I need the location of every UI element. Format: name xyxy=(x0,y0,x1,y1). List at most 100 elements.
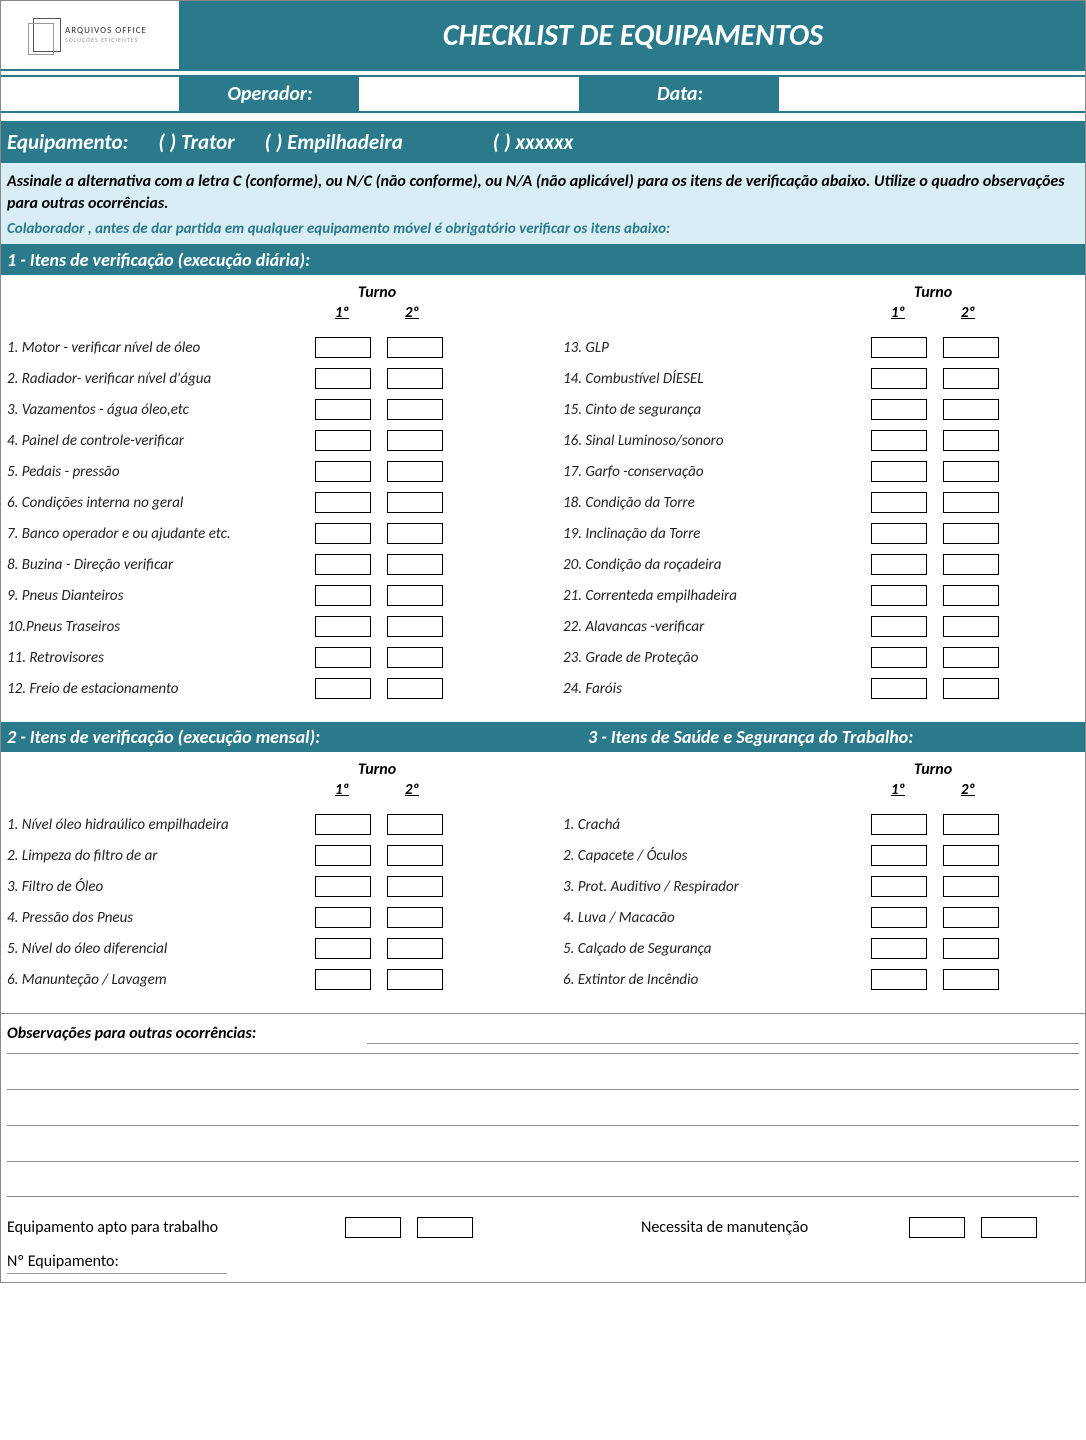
instruction-sub: Colaborador , antes de dar partida em qu… xyxy=(7,220,1079,238)
check-box-t2[interactable] xyxy=(387,814,443,835)
check-box-t2[interactable] xyxy=(943,523,999,544)
section-1-items: Turno 1º 2º 1. Motor - verificar nível d… xyxy=(1,275,1085,722)
item-label: 4. Luva / Macacão xyxy=(563,909,863,927)
check-box-t1[interactable] xyxy=(315,461,371,482)
check-box-t2[interactable] xyxy=(943,399,999,420)
check-box-t2[interactable] xyxy=(943,814,999,835)
check-box-t2[interactable] xyxy=(387,523,443,544)
check-box-t1[interactable] xyxy=(315,647,371,668)
check-box-t1[interactable] xyxy=(871,845,927,866)
check-box-t1[interactable] xyxy=(871,678,927,699)
observation-line[interactable] xyxy=(367,1024,1079,1044)
check-box-t1[interactable] xyxy=(315,678,371,699)
check-box-t1[interactable] xyxy=(871,814,927,835)
check-box-t2[interactable] xyxy=(943,876,999,897)
check-box-t1[interactable] xyxy=(315,938,371,959)
check-box-t2[interactable] xyxy=(387,492,443,513)
item-row: 21. Correnteda empilhadeira xyxy=(563,580,1079,611)
check-box-t1[interactable] xyxy=(871,523,927,544)
check-box-t1[interactable] xyxy=(871,492,927,513)
equip-opt-trator[interactable]: ( ) Trator xyxy=(158,129,234,155)
check-box-t1[interactable] xyxy=(871,337,927,358)
check-box-t1[interactable] xyxy=(871,585,927,606)
check-box-t1[interactable] xyxy=(871,938,927,959)
check-box-t1[interactable] xyxy=(315,399,371,420)
equipment-number-label[interactable]: Nº Equipamento: xyxy=(7,1252,227,1274)
equip-opt-empilhadeira[interactable]: ( ) Empilhadeira xyxy=(265,129,403,155)
check-box-t1[interactable] xyxy=(871,399,927,420)
check-box-t1[interactable] xyxy=(871,368,927,389)
item-row: 1. Motor - verificar nível de óleo xyxy=(7,332,523,363)
check-box-t1[interactable] xyxy=(871,647,927,668)
check-box-t2[interactable] xyxy=(387,616,443,637)
operador-label: Operador: xyxy=(181,77,361,111)
check-box-t2[interactable] xyxy=(943,492,999,513)
check-box-t1[interactable] xyxy=(871,969,927,990)
check-box-t2[interactable] xyxy=(943,368,999,389)
check-box-t1[interactable] xyxy=(315,845,371,866)
data-input[interactable] xyxy=(781,77,1085,111)
check-box-t1[interactable] xyxy=(871,461,927,482)
check-box-t2[interactable] xyxy=(387,337,443,358)
check-box-t2[interactable] xyxy=(387,845,443,866)
check-box-t2[interactable] xyxy=(387,399,443,420)
instruction-main: Assinale a alternativa com a letra C (co… xyxy=(7,171,1079,214)
check-box-t2[interactable] xyxy=(943,678,999,699)
check-box-t1[interactable] xyxy=(871,616,927,637)
check-box-t2[interactable] xyxy=(387,461,443,482)
header-row: ARQUIVOS OFFICE SOLUÇÕES EFICIENTES CHEC… xyxy=(1,1,1085,71)
apto-box-t2[interactable] xyxy=(417,1217,473,1238)
observation-line[interactable] xyxy=(7,1053,1079,1089)
check-box-t1[interactable] xyxy=(315,907,371,928)
check-box-t2[interactable] xyxy=(387,678,443,699)
apto-box-t1[interactable] xyxy=(345,1217,401,1238)
check-box-t2[interactable] xyxy=(387,585,443,606)
check-box-t2[interactable] xyxy=(387,430,443,451)
check-box-t2[interactable] xyxy=(943,337,999,358)
check-box-t1[interactable] xyxy=(871,876,927,897)
item-label: 15. Cinto de segurança xyxy=(563,401,863,419)
observation-line[interactable] xyxy=(7,1089,1079,1125)
check-box-t2[interactable] xyxy=(387,938,443,959)
check-box-t2[interactable] xyxy=(943,969,999,990)
check-box-t1[interactable] xyxy=(315,814,371,835)
check-box-t2[interactable] xyxy=(387,554,443,575)
check-box-t1[interactable] xyxy=(871,430,927,451)
check-box-t1[interactable] xyxy=(315,523,371,544)
check-box-t2[interactable] xyxy=(387,969,443,990)
check-box-t1[interactable] xyxy=(315,876,371,897)
check-box-t1[interactable] xyxy=(315,337,371,358)
check-box-t1[interactable] xyxy=(871,907,927,928)
operador-input[interactable] xyxy=(361,77,581,111)
item-row: 11. Retrovisores xyxy=(7,642,523,673)
item-label: 16. Sinal Luminoso/sonoro xyxy=(563,432,863,450)
check-box-t1[interactable] xyxy=(315,492,371,513)
equip-opt-other[interactable]: ( ) xxxxxx xyxy=(493,129,573,155)
observation-line[interactable] xyxy=(7,1125,1079,1161)
check-box-t2[interactable] xyxy=(943,461,999,482)
manut-box-t2[interactable] xyxy=(981,1217,1037,1238)
check-box-t2[interactable] xyxy=(943,554,999,575)
observation-line[interactable] xyxy=(7,1161,1079,1197)
manut-box-t1[interactable] xyxy=(909,1217,965,1238)
check-box-t2[interactable] xyxy=(387,647,443,668)
check-box-t2[interactable] xyxy=(943,616,999,637)
check-box-t2[interactable] xyxy=(387,907,443,928)
check-box-t1[interactable] xyxy=(315,430,371,451)
check-box-t2[interactable] xyxy=(943,647,999,668)
item-row: 10.Pneus Traseiros xyxy=(7,611,523,642)
check-box-t1[interactable] xyxy=(315,616,371,637)
check-box-t1[interactable] xyxy=(315,969,371,990)
check-box-t1[interactable] xyxy=(871,554,927,575)
check-box-t2[interactable] xyxy=(943,585,999,606)
check-box-t2[interactable] xyxy=(387,876,443,897)
check-box-t2[interactable] xyxy=(943,430,999,451)
check-box-t2[interactable] xyxy=(943,907,999,928)
check-box-t1[interactable] xyxy=(315,368,371,389)
check-box-t1[interactable] xyxy=(315,585,371,606)
check-box-t2[interactable] xyxy=(943,938,999,959)
spacer xyxy=(1,77,181,111)
check-box-t2[interactable] xyxy=(387,368,443,389)
check-box-t2[interactable] xyxy=(943,845,999,866)
check-box-t1[interactable] xyxy=(315,554,371,575)
